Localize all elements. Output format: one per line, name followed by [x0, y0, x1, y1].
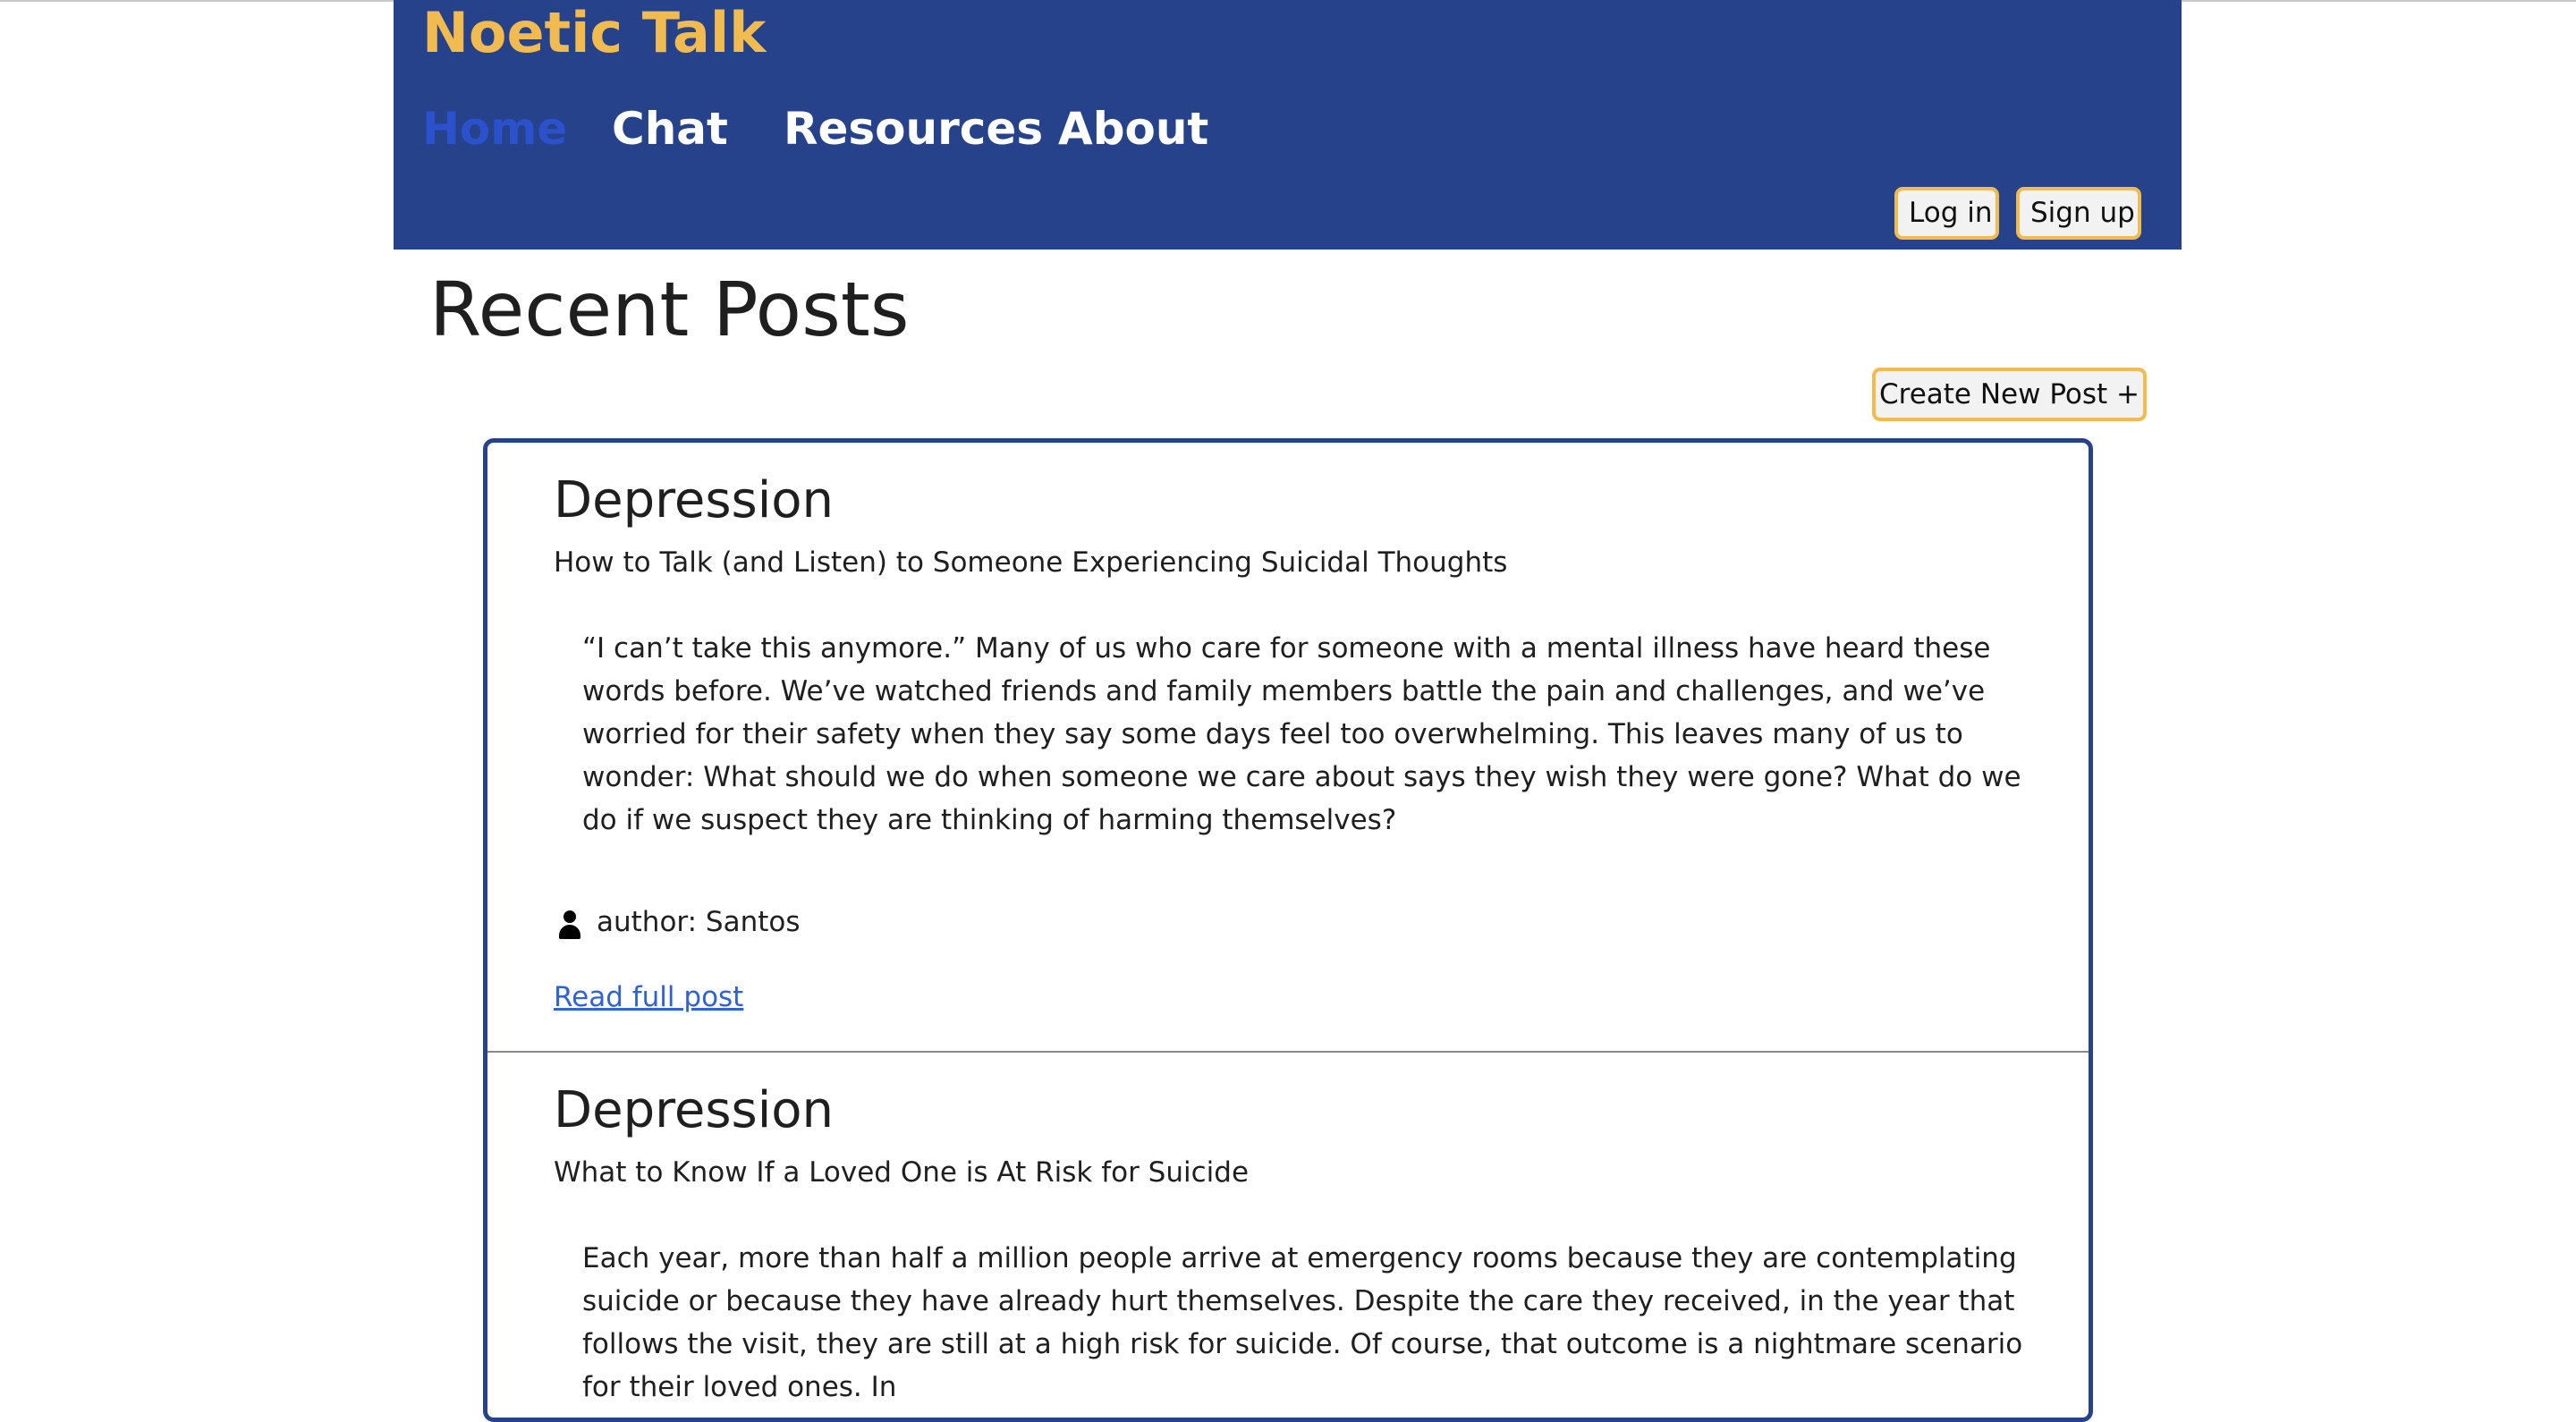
login-button[interactable]: Log in	[1894, 187, 1999, 240]
post-title: How to Talk (and Listen) to Someone Expe…	[554, 546, 1508, 579]
nav-chat[interactable]: Chat	[612, 100, 728, 157]
signup-button[interactable]: Sign up	[2016, 187, 2141, 240]
person-icon	[559, 910, 580, 939]
post-excerpt: Each year, more than half a million peop…	[582, 1242, 2023, 1403]
post-category: Depression	[554, 471, 835, 529]
nav-home[interactable]: Home	[422, 100, 567, 157]
post-excerpt: “I can’t take this anymore.” Many of us …	[582, 632, 2021, 836]
brand-logo[interactable]: Noetic Talk	[422, 0, 766, 66]
post-title: What to Know If a Loved One is At Risk f…	[554, 1156, 1250, 1189]
site-header: Noetic Talk Home Chat Resources About Lo…	[394, 0, 2182, 250]
nav-resources[interactable]: Resources	[784, 100, 1043, 157]
author-name: author: Santos	[597, 906, 801, 938]
post-card: Depression How to Talk (and Listen) to S…	[487, 443, 2089, 1051]
posts-list: Depression How to Talk (and Listen) to S…	[483, 438, 2093, 1422]
post-card: Depression What to Know If a Loved One i…	[487, 1053, 2089, 1418]
nav-about[interactable]: About	[1058, 100, 1208, 157]
create-post-button[interactable]: Create New Post +	[1872, 368, 2147, 421]
read-full-post-link[interactable]: Read full post	[554, 979, 743, 1015]
page-title: Recent Posts	[429, 266, 910, 353]
post-category: Depression	[554, 1081, 835, 1139]
